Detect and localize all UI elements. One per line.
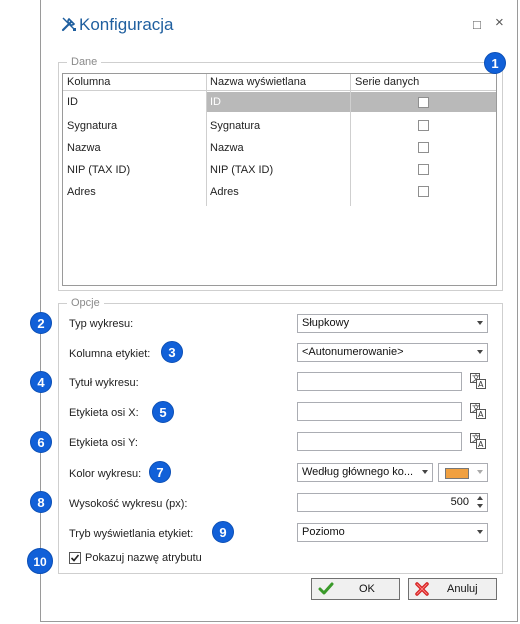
translate-icon[interactable]: 文 A [470,373,486,389]
translate-icon[interactable]: 文 A [470,433,486,449]
kolumna-etykiet-select[interactable]: <Autonumerowanie> [297,343,488,362]
typ-wykresu-label: Typ wykresu: [69,318,134,330]
options-group-legend: Opcje [67,297,104,309]
kolumna-etykiet-label: Kolumna etykiet: [69,348,151,360]
cell-nazwa[interactable]: Sygnatura [210,120,260,132]
dropdown-arrow-icon [477,470,483,474]
pokazuj-nazwe-checkbox[interactable] [69,552,81,564]
callout-badge-8: 8 [30,491,52,513]
ok-button[interactable]: OK [311,578,400,600]
serie-checkbox[interactable] [418,97,429,108]
wysokosc-label: Wysokość wykresu (px): [69,498,188,510]
wysokosc-spinner[interactable]: 500 [297,493,488,512]
callout-badge-6: 6 [30,431,52,453]
spin-up-icon[interactable] [477,496,483,500]
svg-text:A: A [478,410,484,419]
kolumna-etykiet-value: <Autonumerowanie> [302,346,404,358]
callout-badge-7: 7 [149,461,171,483]
grid-header: Kolumna Nazwa wyświetlana Serie danych [63,74,496,91]
color-picker[interactable] [438,463,488,482]
spin-down-icon[interactable] [477,504,483,508]
selected-row-highlight [206,92,496,112]
cancel-label: Anuluj [447,583,478,595]
column-header-nazwa[interactable]: Nazwa wyświetlana [210,76,306,88]
tytul-wykresu-label: Tytuł wykresu: [69,377,139,389]
cancel-x-icon [415,582,429,596]
cell-nazwa[interactable]: Adres [210,186,239,198]
tryb-etykiet-label: Tryb wyświetlania etykiet: [69,528,194,540]
ok-label: OK [359,583,375,595]
pokazuj-nazwe-label: Pokazuj nazwę atrybutu [85,552,202,564]
tryb-etykiet-select[interactable]: Poziomo [297,523,488,542]
columns-grid: Kolumna Nazwa wyświetlana Serie danych I… [62,73,497,286]
restore-button[interactable]: □ [473,17,481,32]
svg-text:A: A [478,380,484,389]
cell-kolumna[interactable]: ID [67,96,78,108]
cell-kolumna[interactable]: Nazwa [67,142,101,154]
callout-badge-2: 2 [30,312,52,334]
etykieta-y-label: Etykieta osi Y: [69,437,138,449]
dropdown-arrow-icon [477,321,483,325]
window-title: Konfiguracja [79,15,174,34]
checkmark-icon [70,554,80,562]
translate-icon[interactable]: 文 A [470,403,486,419]
color-swatch [445,468,469,479]
serie-checkbox[interactable] [418,142,429,153]
etykieta-x-input[interactable] [297,402,462,421]
callout-badge-10: 10 [27,548,53,574]
cell-nazwa[interactable]: NIP (TAX ID) [210,164,273,176]
tools-icon [61,17,76,32]
etykieta-y-input[interactable] [297,432,462,451]
column-divider [206,74,207,206]
column-header-kolumna[interactable]: Kolumna [67,76,110,88]
check-icon [318,582,334,595]
callout-badge-1: 1 [484,52,506,74]
data-group-legend: Dane [67,56,102,68]
callout-badge-5: 5 [152,401,174,423]
kolor-wykresu-label: Kolor wykresu: [69,468,142,480]
cell-nazwa[interactable]: ID [210,96,221,108]
callout-badge-4: 4 [30,371,52,393]
tytul-wykresu-input[interactable] [297,372,462,391]
column-header-serie[interactable]: Serie danych [355,76,419,88]
cell-kolumna[interactable]: Sygnatura [67,120,117,132]
etykieta-x-label: Etykieta osi X: [69,407,139,419]
callout-badge-3: 3 [161,341,183,363]
cancel-button[interactable]: Anuluj [408,578,497,600]
cell-kolumna[interactable]: Adres [67,186,96,198]
tryb-etykiet-value: Poziomo [302,526,345,538]
dropdown-arrow-icon [477,530,483,534]
svg-text:A: A [478,440,484,449]
dropdown-arrow-icon [422,470,428,474]
typ-wykresu-select[interactable]: Słupkowy [297,314,488,333]
dropdown-arrow-icon [477,350,483,354]
serie-checkbox[interactable] [418,120,429,131]
typ-wykresu-value: Słupkowy [302,317,350,329]
kolor-wykresu-value: Według głównego ko... [302,466,414,478]
cell-nazwa[interactable]: Nazwa [210,142,244,154]
wysokosc-value: 500 [450,496,469,508]
serie-checkbox[interactable] [418,164,429,175]
kolor-wykresu-select[interactable]: Według głównego ko... [297,463,433,482]
serie-checkbox[interactable] [418,186,429,197]
close-button[interactable]: × [495,14,504,31]
callout-badge-9: 9 [212,521,234,543]
column-divider [350,74,351,206]
cell-kolumna[interactable]: NIP (TAX ID) [67,164,130,176]
